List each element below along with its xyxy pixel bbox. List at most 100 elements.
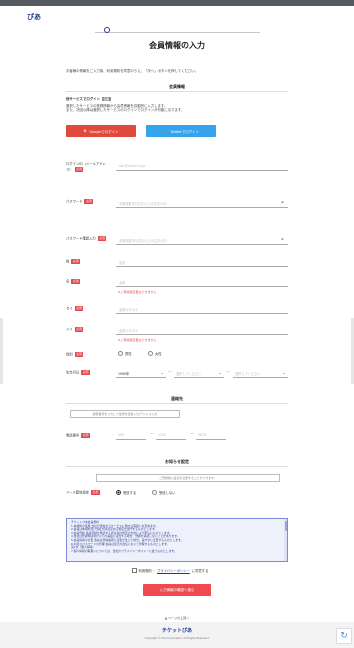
password-placeholder: 半角英数字6文字以上20文字以内 <box>119 201 167 206</box>
agree-prefix: 利用規約・ <box>138 569 155 573</box>
mail-delivery-label: メール配信設定 必須 <box>66 490 100 496</box>
scrollbar-thumb[interactable] <box>284 521 287 531</box>
footer <box>0 622 354 648</box>
eye-icon[interactable]: ◉ <box>281 237 285 241</box>
google-icon: G <box>83 129 87 133</box>
phone-part-2[interactable]: 1234 <box>156 430 186 440</box>
first-kana-field[interactable]: 全角カタカナ <box>116 324 288 335</box>
google-login-label: Googleでログイン <box>89 129 119 134</box>
privacy-policy-link[interactable]: プライバシーポリシー <box>157 568 190 573</box>
gender-label: 性別 必須 <box>66 352 84 358</box>
birth-day-select[interactable]: 選択してください ⌄ <box>233 368 288 378</box>
first-name-field[interactable]: 太郎 <box>116 276 288 287</box>
required-badge: 必須 <box>71 279 81 285</box>
footer-logo[interactable]: チケットぴあ <box>0 627 354 634</box>
birth-month-select[interactable]: 選択してください ⌄ <box>174 368 224 378</box>
background-strip-left <box>0 318 3 384</box>
browser-top-bar <box>0 0 354 6</box>
required-badge: 必須 <box>91 490 100 496</box>
required-badge: 必須 <box>81 370 90 376</box>
mail-decline-label: 受信しない <box>159 491 176 495</box>
sns-login-title: 他サービスでログイン 任意 <box>66 96 111 102</box>
first-name-label: 名必須 <box>66 279 81 285</box>
last-kana-field[interactable]: 全角カタカナ <box>116 303 288 314</box>
phone-label: 電話番号 必須 <box>66 433 90 439</box>
lead-text: お客様の情報をご入力後、利用規約を同意のうえ、「次へ」ボタンを押してください。 <box>66 69 199 73</box>
zip-autofill-button[interactable]: 郵便番号を入力して住所を自動入力/アドレス入力 <box>70 410 180 418</box>
progress-track <box>95 32 260 33</box>
terms-line: 7.個人情報の取扱いについては、当社のプライバシーポリシーに従うものとします。 <box>71 548 177 553</box>
birth-month-value: 選択してください <box>176 372 202 376</box>
range-separator: 〜 <box>168 370 172 374</box>
google-login-button[interactable]: G Googleでログイン <box>66 125 136 137</box>
agree-checkbox-row[interactable]: 利用規約・ プライバシーポリシー に同意する <box>132 568 208 573</box>
optional-badge: 任意 <box>101 96 111 102</box>
required-badge: 必須 <box>74 166 84 172</box>
radio-dot <box>152 490 157 495</box>
section-newsletter-heading: お知らせ設定 <box>165 459 189 464</box>
radio-dot <box>118 351 123 356</box>
password-confirm-placeholder: 半角英数字6文字以上20文字以内 <box>119 238 167 243</box>
first-name-note: ※ご登録後変更はできません <box>118 290 157 294</box>
phone-part-1[interactable]: 090 <box>116 430 146 440</box>
submit-button[interactable]: 入力情報の確認へ進む <box>143 584 211 596</box>
password-field[interactable]: 半角英数字6文字以上20文字以内 ◉ <box>116 197 288 208</box>
section-divider <box>66 403 288 404</box>
required-badge: 必須 <box>74 352 84 358</box>
newsletter-info-button[interactable]: ご登録後に設定を変更することができます。 <box>96 474 280 482</box>
section-divider <box>66 91 288 92</box>
last-kana-label: セイ 必須 <box>66 306 84 312</box>
email-field[interactable]: abc@email.co.jp <box>116 160 288 171</box>
last-name-label: 姓必須 <box>66 259 81 265</box>
required-badge: 必須 <box>74 306 84 312</box>
mail-decline-radio[interactable]: 受信しない <box>152 490 175 495</box>
sns-desc-line-2: また、次回以降は選択したサービスのログインでログインが可能になります。 <box>66 108 185 113</box>
pia-logo[interactable]: ぴあ <box>27 12 41 22</box>
section-member-heading: 会員情報 <box>169 84 185 89</box>
terms-scrollbox[interactable]: チケットぴあ会員規約 1.本規約の適用 当社が運営するサービスに関する取扱いを定… <box>66 518 288 562</box>
eye-icon[interactable]: ◉ <box>281 200 285 204</box>
birth-day-value: 選択してください <box>235 372 261 376</box>
terms-scrollbar[interactable] <box>284 519 287 561</box>
mail-receive-radio[interactable]: 受信する <box>116 490 136 495</box>
mail-receive-label: 受信する <box>123 491 137 495</box>
required-badge: 必須 <box>84 199 94 205</box>
progress-step-marker <box>104 27 110 33</box>
radio-dot <box>148 351 153 356</box>
section-divider <box>66 466 288 467</box>
gender-female-label: 女性 <box>155 352 162 356</box>
radio-dot-selected <box>116 490 121 495</box>
twitter-login-label: Twitterでログイン <box>170 129 199 134</box>
chevron-down-icon: ⌄ <box>282 370 286 375</box>
section-contact-heading: 連絡先 <box>171 396 183 401</box>
birth-year-select[interactable]: 1990年 ⌄ <box>116 368 166 378</box>
chevron-down-icon: ⌄ <box>218 370 222 375</box>
password-label: パスワード 必須 <box>66 199 94 205</box>
range-separator: 〜 <box>226 370 230 374</box>
recaptcha-icon[interactable]: ↻ <box>336 628 352 644</box>
gender-female-radio[interactable]: 女性 <box>148 351 162 356</box>
last-name-field[interactable]: 会員 <box>116 256 288 267</box>
password-confirm-label: パスワード確認入力 必須 <box>66 236 107 242</box>
required-badge: 必須 <box>74 327 84 333</box>
gender-male-radio[interactable]: 男性 <box>118 351 132 356</box>
first-kana-note: ※ご登録後変更はできません <box>118 338 157 342</box>
phone-separator: ー <box>190 432 194 436</box>
required-badge: 必須 <box>81 433 90 439</box>
birthday-label: 生年月日 必須 <box>66 370 90 376</box>
chevron-down-icon: ⌄ <box>160 370 164 375</box>
first-kana-label: メイ 必須 <box>66 327 84 333</box>
page-top-link[interactable]: ▲ ページの上部へ <box>0 616 354 620</box>
twitter-login-button[interactable]: 🐦 Twitterでログイン <box>146 125 216 137</box>
birth-year-value: 1990年 <box>118 372 130 376</box>
sns-login-description: 選択したサービスの登録情報から会員情報を自動的に入力します。 また、次回以降は選… <box>66 104 288 112</box>
required-badge: 必須 <box>71 259 81 265</box>
password-confirm-field[interactable]: 半角英数字6文字以上20文字以内 ◉ <box>116 234 288 245</box>
required-badge: 必須 <box>97 236 107 242</box>
twitter-icon: 🐦 <box>163 129 168 133</box>
agree-suffix: に同意する <box>191 569 209 573</box>
page-title: 会員情報の入力 <box>149 41 205 50</box>
phone-part-3[interactable]: 5678 <box>196 430 226 440</box>
agree-checkbox[interactable] <box>132 568 137 573</box>
gender-male-label: 男性 <box>125 352 132 356</box>
